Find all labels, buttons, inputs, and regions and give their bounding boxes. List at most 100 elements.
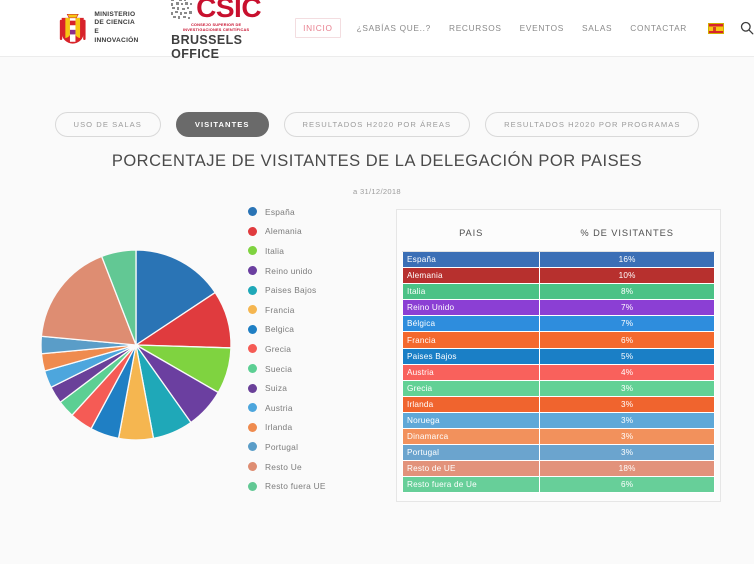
ministerio-logo[interactable]: MINISTERIO DE CIENCIA E INNOVACIÓN — [0, 11, 141, 45]
site-header: MINISTERIO DE CIENCIA E INNOVACIÓN CSIC … — [0, 0, 754, 61]
spain-flag-icon[interactable] — [708, 22, 724, 34]
visitors-table: PAIS % DE VISITANTES España 16% Alemania 10… — [401, 215, 715, 494]
table-row[interactable]: Resto fuera de Ue 6% — [401, 476, 715, 494]
cell-country: Paises Bajos — [401, 347, 541, 365]
legend-item-label: España — [265, 206, 295, 217]
column-header-pais: PAIS — [402, 215, 540, 252]
visitors-pie-chart — [40, 249, 232, 441]
legend-item[interactable]: Grecia — [248, 339, 326, 359]
cell-country: Dinamarca — [401, 428, 541, 446]
section-tabs: USO DE SALAS VISITANTES RESULTADOS H2020… — [0, 112, 754, 137]
legend-item[interactable]: Suecia — [248, 359, 326, 379]
legend-item-label: Italia — [265, 245, 285, 256]
legend-item-label: Portugal — [265, 441, 299, 452]
table-row[interactable]: Bélgica 7% — [401, 315, 715, 333]
search-icon[interactable] — [740, 21, 754, 35]
table-row[interactable]: Dinamarca 3% — [401, 428, 715, 446]
nav-item-inicio[interactable]: INICIO — [295, 18, 341, 38]
csic-wordmark: CSIC — [196, 0, 262, 23]
nav-item-recursos[interactable]: RECURSOS — [449, 23, 502, 33]
table-row[interactable]: Reino Unido 7% — [401, 299, 715, 317]
cell-country: Irlanda — [401, 395, 541, 413]
legend-item[interactable]: Reino unido — [248, 261, 326, 281]
table-row[interactable]: Irlanda 3% — [401, 395, 715, 413]
legend-color-swatch — [248, 246, 257, 256]
tab-visitantes[interactable]: VISITANTES — [175, 112, 269, 137]
table-row[interactable]: Paises Bajos 5% — [401, 347, 715, 365]
table-head: PAIS % DE VISITANTES — [402, 215, 715, 252]
legend-item[interactable]: Resto Ue — [248, 457, 326, 477]
table-row[interactable]: España 16% — [401, 250, 715, 269]
csic-office-name: BRUSSELS OFFICE — [171, 33, 243, 61]
legend-item-label: Alemania — [265, 226, 302, 237]
legend-color-swatch — [248, 266, 257, 276]
legend-color-swatch — [248, 442, 257, 452]
ministerio-line-1: MINISTERIO — [94, 10, 136, 18]
legend-color-swatch — [248, 324, 257, 334]
pie-chart-section: España Alemania Italia Reino unido Paises Ba… — [24, 200, 374, 510]
legend-item[interactable]: Paises Bajos — [248, 280, 326, 300]
table-row[interactable]: Grecia 3% — [401, 379, 715, 397]
cell-percentage: 4% — [539, 363, 715, 381]
page-title: PORCENTAJE DE VISITANTES DE LA DELEGACIÓ… — [111, 152, 643, 170]
legend-item[interactable]: Portugal — [248, 437, 326, 457]
legend-item[interactable]: España — [248, 202, 326, 222]
table-row[interactable]: Noruega 3% — [401, 411, 715, 430]
legend-item-label: Austria — [265, 402, 293, 413]
legend-item-label: Resto Ue — [265, 461, 302, 472]
csic-qr-mark-icon — [171, 0, 193, 19]
legend-item[interactable]: Austria — [248, 398, 326, 418]
table-row[interactable]: Italia 8% — [401, 283, 715, 301]
nav-item-sabias-que[interactable]: ¿SABÍAS QUE..? — [357, 23, 431, 33]
legend-item[interactable]: Francia — [248, 300, 326, 320]
legend-item[interactable]: Resto fuera UE — [248, 476, 326, 496]
ministerio-text: MINISTERIO DE CIENCIA E INNOVACIÓN — [94, 11, 141, 45]
cell-percentage: 3% — [539, 444, 715, 462]
cell-percentage: 5% — [539, 347, 715, 365]
nav-item-contactar[interactable]: CONTACTAR — [630, 23, 687, 33]
pie-chart-legend: España Alemania Italia Reino unido Paises Ba… — [248, 202, 326, 496]
legend-item[interactable]: Suiza — [248, 378, 326, 398]
csic-logo-row: CSIC — [171, 0, 262, 23]
cell-percentage: 6% — [539, 331, 715, 349]
legend-item-label: Grecia — [265, 343, 292, 354]
cell-percentage: 7% — [539, 299, 715, 317]
legend-item-label: Suecia — [265, 363, 293, 374]
legend-color-swatch — [248, 403, 257, 413]
legend-color-swatch — [248, 207, 257, 217]
table-row[interactable]: Alemania 10% — [401, 267, 715, 285]
cell-percentage: 3% — [539, 411, 715, 430]
table-header-row: PAIS % DE VISITANTES — [402, 215, 715, 252]
legend-color-swatch — [248, 364, 257, 374]
legend-item[interactable]: Belgica — [248, 320, 326, 340]
visitors-table-container: PAIS % DE VISITANTES España 16% Alemania 10… — [396, 209, 721, 503]
legend-color-swatch — [248, 462, 257, 472]
legend-color-swatch — [248, 481, 257, 491]
table-row[interactable]: Austria 4% — [401, 363, 715, 381]
nav-item-eventos[interactable]: EVENTOS — [520, 23, 564, 33]
csic-tagline: CONSEJO SUPERIOR DE INVESTIGACIONES CIEN… — [182, 22, 250, 32]
tab-uso-de-salas[interactable]: USO DE SALAS — [54, 112, 161, 137]
cell-percentage: 3% — [539, 395, 715, 413]
cell-percentage: 7% — [539, 315, 715, 333]
legend-item[interactable]: Alemania — [248, 222, 326, 242]
cell-percentage: 3% — [539, 428, 715, 446]
tab-resultados-areas[interactable]: RESULTADOS H2020 POR ÁREAS — [283, 112, 471, 137]
cell-country: Reino Unido — [401, 299, 541, 317]
legend-item-label: Belgica — [265, 324, 295, 335]
legend-color-swatch — [248, 422, 257, 432]
cell-country: Resto de UE — [401, 460, 541, 478]
csic-logo[interactable]: CSIC CONSEJO SUPERIOR DE INVESTIGACIONES… — [171, 0, 262, 61]
column-header-pct-visitantes: % DE VISITANTES — [539, 215, 715, 252]
ministerio-line-3: E INNOVACIÓN — [94, 28, 139, 44]
table-row[interactable]: Portugal 3% — [401, 444, 715, 462]
tab-resultados-programas[interactable]: RESULTADOS H2020 POR PROGRAMAS — [485, 112, 700, 137]
legend-item[interactable]: Italia — [248, 241, 326, 261]
page-subtitle: a 31/12/2018 — [353, 187, 401, 196]
table-row[interactable]: Francia 6% — [401, 331, 715, 349]
nav-item-salas[interactable]: SALAS — [582, 23, 612, 33]
legend-color-swatch — [248, 305, 257, 315]
cell-percentage: 3% — [539, 379, 715, 397]
table-row[interactable]: Resto de UE 18% — [401, 460, 715, 478]
legend-item[interactable]: Irlanda — [248, 418, 326, 438]
